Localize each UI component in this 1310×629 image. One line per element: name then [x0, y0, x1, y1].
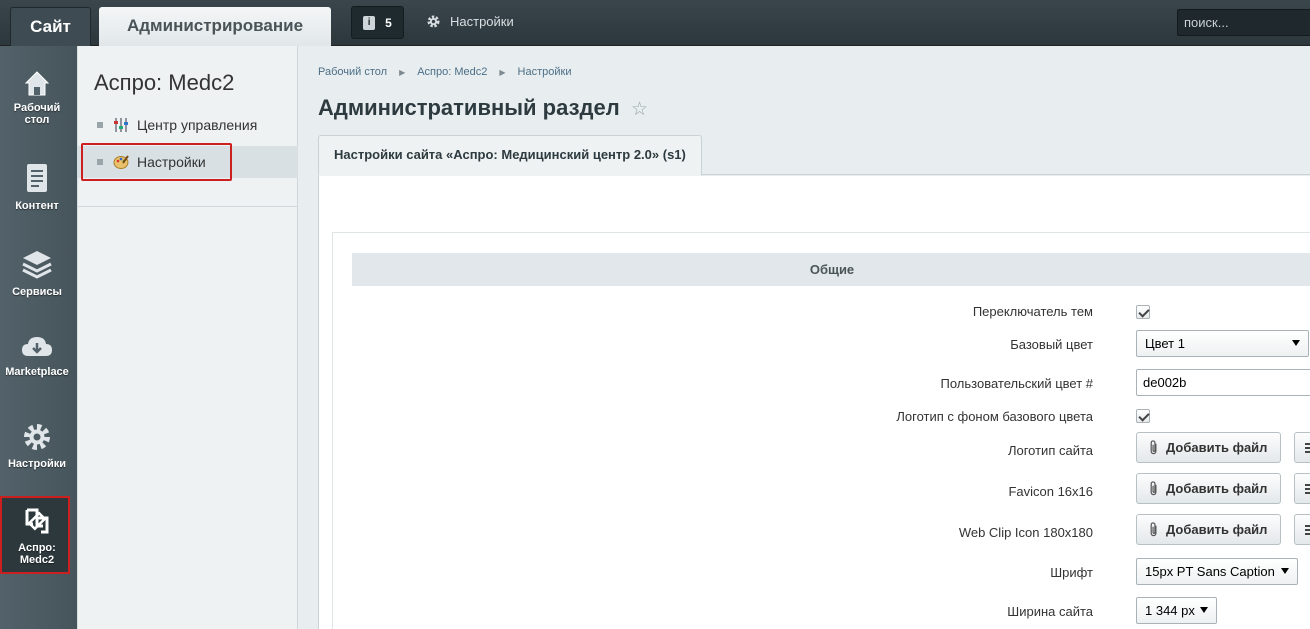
nav-item-services[interactable]: Сервисы [0, 248, 74, 298]
site-logo-menu-button[interactable] [1294, 432, 1310, 463]
nav-item-content[interactable]: Контент [0, 162, 74, 212]
nav-item-label: Контент [15, 200, 59, 212]
add-file-label: Добавить файл [1166, 522, 1268, 537]
nav-item-aspro-medc2[interactable]: Аспро: Medc2 [0, 504, 74, 566]
top-bar: Сайт Администрирование i 5 Настройки пои… [0, 0, 1310, 46]
dropdown-arrow-icon [1292, 340, 1300, 346]
tab-site-settings[interactable]: Настройки сайта «Аспро: Медицинский цент… [318, 135, 702, 176]
site-width-label: Ширина сайта [1007, 604, 1093, 619]
search-input[interactable]: поиск... [1177, 9, 1310, 36]
add-file-label: Добавить файл [1166, 481, 1268, 496]
theme-switcher-label: Переключатель тем [972, 304, 1093, 319]
paperclip-icon [1150, 440, 1157, 455]
breadcrumb-link-desktop[interactable]: Рабочий стол [318, 66, 387, 78]
notification-icon: i [363, 15, 376, 30]
notifications-button[interactable]: i 5 [351, 6, 404, 39]
site-tab[interactable]: Сайт [10, 7, 91, 46]
webclip-label: Web Clip Icon 180x180 [958, 525, 1093, 540]
theme-switcher-checkbox[interactable] [1136, 305, 1150, 319]
gear-icon [427, 15, 440, 28]
home-icon [24, 71, 50, 96]
chevron-right-icon: ▶ [499, 67, 506, 77]
submenu-divider [78, 206, 298, 207]
base-color-select[interactable]: Цвет 1 [1136, 330, 1309, 357]
paperclip-icon [1150, 481, 1157, 496]
bullet-icon [97, 122, 103, 128]
favicon-menu-button[interactable] [1294, 473, 1310, 504]
nav-item-desktop[interactable]: Рабочий стол [0, 68, 74, 126]
cloud-download-icon [22, 337, 52, 356]
site-logo-add-file-button[interactable]: Добавить файл [1136, 432, 1281, 463]
paperclip-icon [1150, 522, 1157, 537]
sliders-icon [114, 118, 128, 132]
admin-tab[interactable]: Администрирование [99, 7, 331, 46]
nav-item-label: Marketplace [5, 366, 69, 378]
site-width-select[interactable]: 1 344 px [1136, 597, 1217, 624]
selected-item-highlight [81, 143, 232, 181]
menu-dropdown-icon [1305, 443, 1310, 453]
chevron-right-icon: ▶ [399, 67, 406, 77]
webclip-menu-button[interactable] [1294, 514, 1310, 545]
nav-item-label: Рабочий стол [13, 102, 61, 126]
settings-form: Общие Переключатель тем Базовый цвет Цве… [332, 232, 1310, 629]
menu-dropdown-icon [1305, 525, 1310, 535]
logo-bg-label: Логотип с фоном базового цвета [896, 409, 1093, 424]
logo-bg-checkbox[interactable] [1136, 409, 1150, 423]
submenu-item-control-center[interactable]: Центр управления [78, 109, 298, 141]
nav-item-label: Аспро: Medc2 [18, 542, 56, 566]
document-icon [27, 164, 47, 192]
favicon-add-file-button[interactable]: Добавить файл [1136, 473, 1281, 504]
left-nav: Рабочий стол Контент Сервисы Marketplace… [0, 46, 77, 629]
font-value: 15px PT Sans Caption [1145, 564, 1275, 579]
breadcrumb: Рабочий стол ▶ Аспро: Medc2 ▶ Настройки [318, 66, 571, 78]
main-content: Рабочий стол ▶ Аспро: Medc2 ▶ Настройки … [298, 46, 1310, 629]
aspro-logo-icon [25, 508, 49, 534]
dropdown-arrow-icon [1281, 568, 1289, 574]
custom-color-label: Пользовательский цвет # [940, 376, 1093, 391]
top-settings-link[interactable]: Настройки [426, 14, 514, 29]
settings-panel: Общие Переключатель тем Базовый цвет Цве… [318, 176, 1310, 629]
breadcrumb-link-settings[interactable]: Настройки [518, 66, 572, 78]
dropdown-arrow-icon [1200, 607, 1208, 613]
tab-bar: Настройки сайта «Аспро: Медицинский цент… [318, 135, 1310, 176]
layers-icon [22, 251, 52, 279]
add-file-label: Добавить файл [1166, 440, 1268, 455]
site-logo-label: Логотип сайта [1007, 443, 1093, 458]
font-label: Шрифт [1050, 565, 1093, 580]
menu-dropdown-icon [1305, 484, 1310, 494]
top-settings-label: Настройки [450, 14, 514, 29]
site-width-value: 1 344 px [1145, 603, 1195, 618]
page-title: Административный раздел [318, 95, 620, 120]
nav-item-settings[interactable]: Настройки [0, 420, 74, 470]
nav-item-label: Сервисы [12, 286, 62, 298]
favicon-label: Favicon 16x16 [1008, 484, 1093, 499]
nav-item-label: Настройки [7, 458, 67, 470]
notifications-count: 5 [385, 15, 392, 30]
base-color-label: Базовый цвет [1010, 337, 1093, 352]
section-header-general: Общие [352, 253, 1310, 286]
secondary-menu: Аспро: Medc2 Центр управления Настройки [77, 46, 298, 629]
webclip-add-file-button[interactable]: Добавить файл [1136, 514, 1281, 545]
gear-icon [24, 424, 50, 450]
base-color-value: Цвет 1 [1145, 336, 1185, 351]
nav-item-marketplace[interactable]: Marketplace [0, 332, 74, 378]
breadcrumb-link-aspro[interactable]: Аспро: Medc2 [417, 66, 487, 78]
submenu-title: Аспро: Medc2 [94, 70, 235, 95]
custom-color-input[interactable]: de002b [1136, 369, 1310, 396]
favorite-star-icon[interactable]: ☆ [631, 98, 648, 121]
submenu-item-label: Центр управления [137, 117, 258, 133]
font-select[interactable]: 15px PT Sans Caption [1136, 558, 1298, 585]
